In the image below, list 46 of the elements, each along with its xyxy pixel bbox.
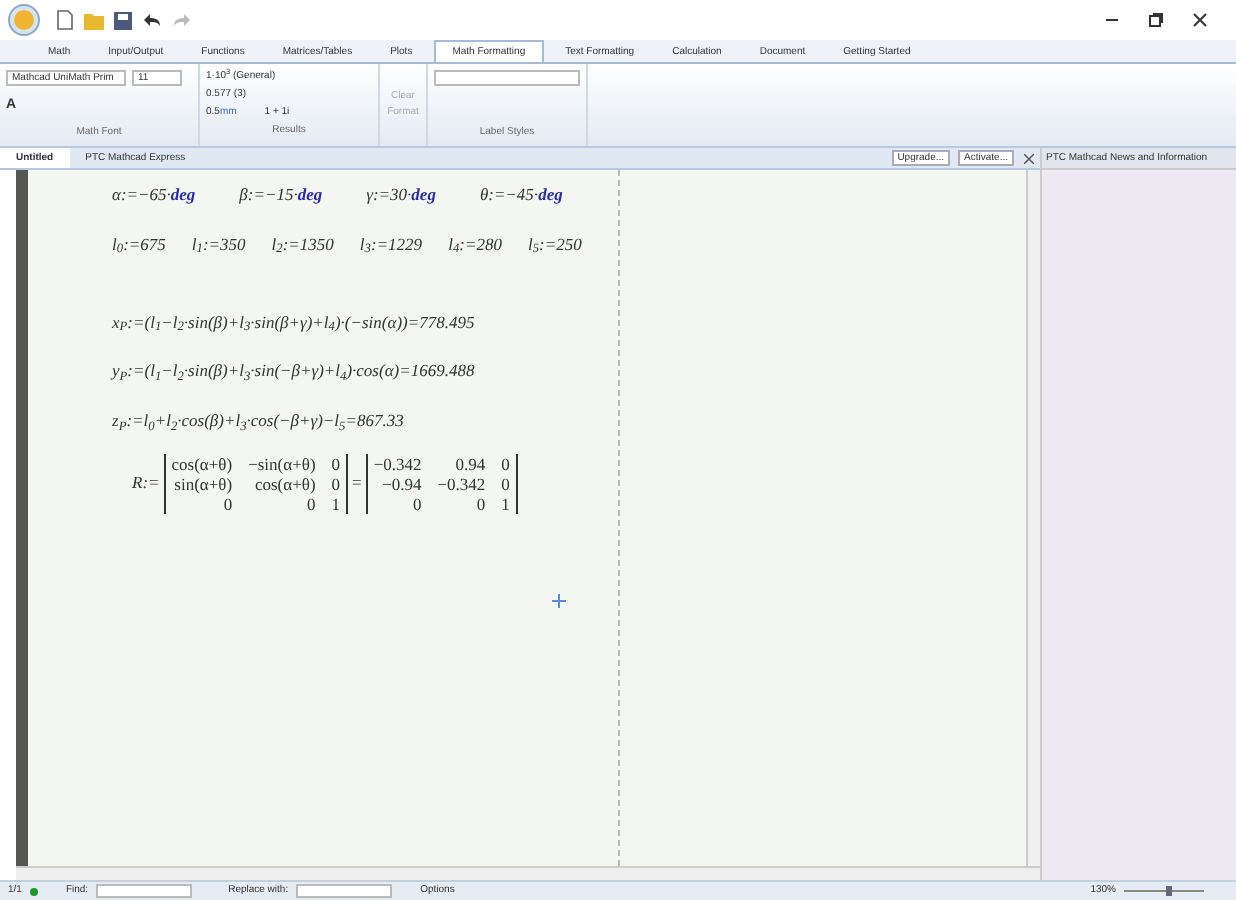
matrix-cell-text: sin(α+θ) bbox=[174, 473, 233, 494]
matrix-cell-text: 0 bbox=[307, 493, 316, 514]
matrix-cell: cos(α+θ) bbox=[171, 453, 233, 474]
matrix-cell: 0 bbox=[501, 473, 510, 494]
matrix-cell-text: 0.94 bbox=[453, 453, 486, 474]
math-expression: l$_{5}$:=250 bbox=[527, 231, 582, 257]
restore-icon[interactable] bbox=[1148, 12, 1164, 28]
close-icon[interactable] bbox=[1192, 12, 1208, 28]
math-expression: x$_{P}$:=(l$_{1}$−l$_{2}$·sin(β)+l$_{3}$·sin(β+γ)+l$_{4}$)·(−sin(α))=778.495 bbox=[112, 309, 477, 335]
close-icon[interactable] bbox=[1024, 153, 1034, 163]
math-expression: l$_{1}$:=350 bbox=[191, 231, 246, 257]
save-icon[interactable] bbox=[114, 11, 132, 29]
matrix-cell-text: 0 bbox=[223, 493, 233, 514]
app-logo-icon[interactable] bbox=[8, 4, 40, 36]
math-expression: l$_{0}$:=675 bbox=[112, 231, 166, 257]
matrix-cell-text: cos(α+θ) bbox=[254, 473, 316, 494]
math-expression: α:=−65·deg bbox=[112, 182, 196, 208]
undo-icon[interactable] bbox=[142, 12, 162, 28]
math-expression: l$_{4}$:=280 bbox=[448, 231, 502, 257]
matrix-cell: −sin(α+θ) bbox=[248, 453, 316, 474]
math-expression: l$_{3}$:=1229 bbox=[359, 231, 423, 257]
math-expression: z$_{P}$:=l$_{0}$+l$_{2}$·cos(β)+l$_{3}$·cos(−β+γ)−l$_{5}$=867.33 bbox=[112, 408, 406, 434]
matrix-expression: R:= cos(α+θ) −sin(α+θ) 0 sin(α+θ) cos(α+θ) 0 0 0 1 = −0.342 0.94 0 −0.94 −0.342 0 0 0 1 bbox=[132, 453, 1026, 514]
label-style-dropdown[interactable] bbox=[434, 70, 580, 86]
vertical-scrollbar[interactable] bbox=[1028, 170, 1040, 866]
matrix-cell: −0.342 bbox=[373, 453, 422, 474]
matrix-cell: 0 bbox=[331, 453, 341, 474]
math-expression: θ:=−45·deg bbox=[479, 182, 563, 208]
matrix-cell-text: 0 bbox=[474, 493, 486, 514]
math-expression: γ:=30·deg bbox=[366, 182, 436, 208]
horizontal-scrollbar[interactable] bbox=[16, 866, 1040, 880]
matrix-cell-text: −0.94 bbox=[380, 473, 422, 494]
replace-field[interactable] bbox=[296, 884, 393, 898]
matrix-cell: 1 bbox=[501, 493, 510, 514]
find-field[interactable] bbox=[96, 884, 193, 898]
new-page-icon[interactable] bbox=[56, 10, 74, 30]
matrix-cell-text: 0 bbox=[411, 493, 422, 514]
redo-icon[interactable] bbox=[172, 12, 192, 28]
matrix-cell: 1 bbox=[331, 493, 341, 514]
matrix-cell: −0.342 bbox=[437, 473, 486, 494]
math-expression: l$_{2}$:=1350 bbox=[271, 231, 334, 257]
math-expression: β:=−15·deg bbox=[239, 182, 323, 208]
math-expression: y$_{P}$:=(l$_{1}$−l$_{2}$·sin(β)+l$_{3}$·sin(−β+γ)+l$_{4}$)·cos(α)=1669.488 bbox=[112, 358, 477, 384]
crosshair-cursor-icon bbox=[552, 594, 566, 608]
matrix-cell: 0 bbox=[331, 473, 341, 494]
matrix-cell: 0 bbox=[501, 453, 510, 474]
